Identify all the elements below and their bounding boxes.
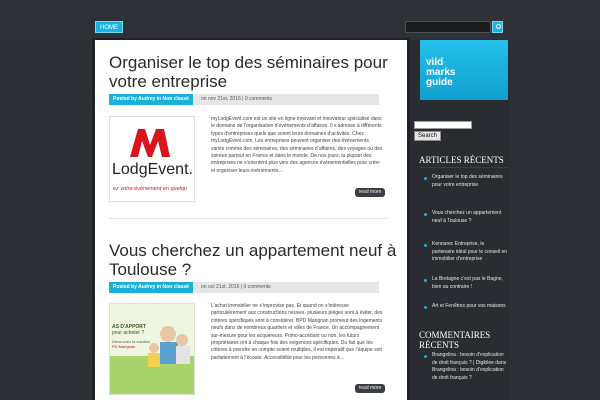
svg-text:ez votre évènement en quelqu: ez votre évènement en quelqu [113,186,187,192]
recent-article-link[interactable]: Organiser le top des séminaires pour vot… [432,174,508,189]
logo-line: guide [426,77,453,88]
post-date: on nov 21st, 2016 | 0 comments [201,96,273,102]
bullet-icon [424,213,427,216]
sidebar-search-button[interactable]: Search [414,131,442,141]
lodgevent-logo: LodgEvent. ez votre évènement en quelqu [110,117,194,201]
promo-text: PD Marignan [112,344,136,349]
post-thumbnail[interactable]: AS D'APPORT pour acheter ? Découvrez la … [109,303,195,395]
post-author-badge[interactable]: Posted by Audrey in Non classé [109,282,193,293]
home-nav-button[interactable]: HOME [95,21,123,33]
recent-comments-heading: COMMENTAIRES RÉCENTS [419,330,491,350]
post-title[interactable]: Vous cherchez un appartement neuf à Toul… [109,241,399,279]
recent-articles-heading: ARTICLES RÉCENTS [419,155,504,165]
read-more-button[interactable]: read more [355,188,385,197]
recent-article-link[interactable]: Art et Fenêtres pour vos maisons [432,303,508,311]
sidebar-search-input[interactable] [414,121,472,129]
recent-comment-link[interactable]: Brangelina : besoin d’explication de dro… [432,352,508,383]
post-date: on oct 21st, 2016 | 0 comments [201,284,271,290]
post-divider [109,218,389,219]
recent-article-link[interactable]: Vous cherchez un appartement neuf à Toul… [432,210,508,225]
recent-article-link[interactable]: Kennarec Entreprise, le partenaire idéal… [432,241,508,264]
top-search-input[interactable] [405,21,491,33]
bullet-icon [424,279,427,282]
post-meta: Posted by Audrey in Non classé on nov 21… [109,94,379,105]
post-thumbnail[interactable]: LodgEvent. ez votre évènement en quelqu [109,116,195,202]
top-navigation-bar: HOME [0,0,600,38]
bullet-icon [424,177,427,180]
post-excerpt: myLodgEvent.com est un site en ligne inn… [211,116,383,174]
bullet-icon [424,244,427,247]
main-content: Organiser le top des séminaires pour vot… [95,40,407,400]
post-author-badge[interactable]: Posted by Audrey in Non classé [109,94,193,105]
sidebar-divider [419,167,509,168]
bullet-icon [424,306,427,309]
svg-text:LodgEvent.: LodgEvent. [112,161,193,178]
read-more-button[interactable]: read more [355,384,385,393]
post-excerpt: L’achat immobilier ne s’improvise pas. E… [211,303,383,361]
recent-article-link[interactable]: La Bretagne c’est pas le Bagne, bien au … [432,276,508,291]
site-logo-text[interactable]: vild marks guide [426,58,486,88]
bullet-icon [424,355,427,358]
promo-text: pour acheter ? [112,330,145,336]
post-meta: Posted by Audrey in Non classé on oct 21… [109,282,379,293]
apartment-promo-image [110,304,194,394]
search-icon[interactable] [492,21,503,33]
post-title[interactable]: Organiser le top des séminaires pour vot… [109,53,399,91]
